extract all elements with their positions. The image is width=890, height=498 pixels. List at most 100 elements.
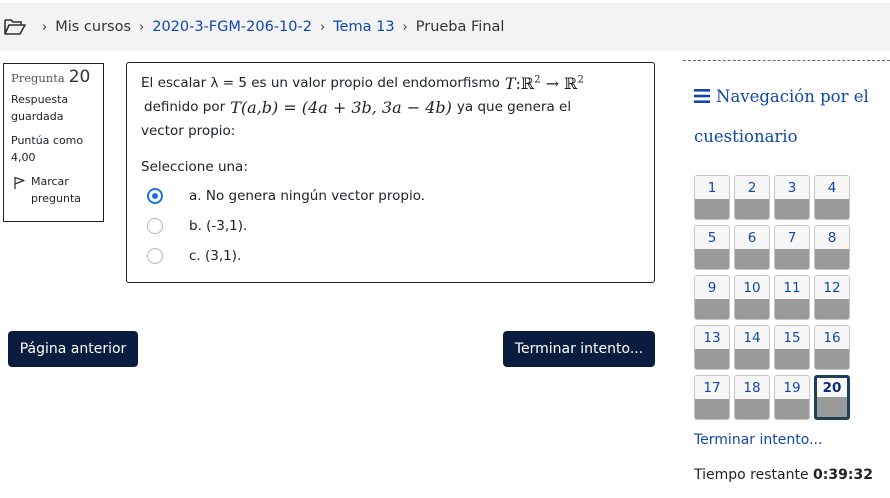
question-nav-button-1[interactable]: 1 <box>694 175 730 220</box>
answer-radio-b[interactable] <box>147 218 163 234</box>
question-nav-answered-indicator <box>815 349 849 369</box>
question-nav-number[interactable]: 16 <box>815 326 849 349</box>
question-nav-answered-indicator <box>735 299 769 319</box>
question-nav-answered-indicator <box>815 199 849 219</box>
question-nav-number[interactable]: 12 <box>815 276 849 299</box>
breadcrumb: › Mis cursos › 2020-3-FGM-206-10-2 › Tem… <box>0 3 890 51</box>
question-nav-number[interactable]: 3 <box>775 176 809 199</box>
question-nav-answered-indicator <box>735 199 769 219</box>
question-nav-number[interactable]: 13 <box>695 326 729 349</box>
question-state: Respuesta guardada <box>11 93 69 123</box>
question-grade: Puntúa como 4,00 <box>11 134 84 164</box>
question-nav-button-14[interactable]: 14 <box>734 325 770 370</box>
question-nav-answered-indicator <box>735 249 769 269</box>
question-nav-number[interactable]: 9 <box>695 276 729 299</box>
math-map: T:ℝ2 → ℝ2 <box>505 74 584 93</box>
question-nav-button-5[interactable]: 5 <box>694 225 730 270</box>
quiz-navigation: Navegación por el cuestionario 123456789… <box>683 60 890 498</box>
flag-question-label[interactable]: Marcar pregunta <box>31 173 96 207</box>
quiz-navigation-title-text: Navegación por el cuestionario <box>694 87 869 146</box>
quiz-navigation-title: Navegación por el cuestionario <box>694 77 869 157</box>
timer: Tiempo restante 0:39:32 <box>694 467 873 483</box>
answer-prompt: Seleccione una: <box>141 159 248 175</box>
answer-radio-c[interactable] <box>147 248 163 264</box>
question-nav-button-16[interactable]: 16 <box>814 325 850 370</box>
question-nav-answered-indicator <box>695 349 729 369</box>
question-nav-number[interactable]: 8 <box>815 226 849 249</box>
question-nav-button-3[interactable]: 3 <box>774 175 810 220</box>
question-nav-button-19[interactable]: 19 <box>774 375 810 420</box>
question-nav-button-15[interactable]: 15 <box>774 325 810 370</box>
question-nav-number[interactable]: 4 <box>815 176 849 199</box>
question-nav-button-17[interactable]: 17 <box>694 375 730 420</box>
question-nav-number[interactable]: 19 <box>775 376 809 399</box>
question-nav-number[interactable]: 17 <box>695 376 729 399</box>
question-text-1: El escalar λ = 5 es un valor propio del … <box>141 75 500 91</box>
answer-label-b[interactable]: b. (-3,1). <box>189 218 247 234</box>
question-button-grid: 1 2 3 4 5 6 7 8 9 10 11 12 13 14 15 16 17 18 19 20 <box>694 175 850 420</box>
question-nav-number[interactable]: 5 <box>695 226 729 249</box>
hamburger-icon <box>694 89 710 103</box>
math-formula: T(a,b) = (4a + 3b, 3a − 4b) <box>230 97 452 117</box>
question-nav-number[interactable]: 6 <box>735 226 769 249</box>
answer-label-a[interactable]: a. No genera ningún vector propio. <box>189 188 425 204</box>
answer-label-c[interactable]: c. (3,1). <box>189 248 241 264</box>
question-nav-button-4[interactable]: 4 <box>814 175 850 220</box>
question-nav-number[interactable]: 20 <box>817 378 847 397</box>
question-nav-button-11[interactable]: 11 <box>774 275 810 320</box>
flag-question-toggle[interactable]: Marcar pregunta <box>11 173 96 207</box>
answer-option-b[interactable]: b. (-3,1). <box>141 211 640 241</box>
question-nav-answered-indicator <box>775 349 809 369</box>
question-nav-answered-indicator <box>695 399 729 419</box>
question-info: Pregunta 20 Respuesta guardada Puntúa co… <box>3 63 104 222</box>
question-nav-number[interactable]: 14 <box>735 326 769 349</box>
question-nav-button-13[interactable]: 13 <box>694 325 730 370</box>
question-nav-button-20[interactable]: 20 <box>814 375 850 420</box>
question-nav-button-8[interactable]: 8 <box>814 225 850 270</box>
question-nav-button-9[interactable]: 9 <box>694 275 730 320</box>
question-nav-answered-indicator <box>695 299 729 319</box>
math-domain: ℝ <box>520 73 535 93</box>
question-text-4: vector propio: <box>141 123 236 139</box>
question-nav-button-12[interactable]: 12 <box>814 275 850 320</box>
answer-radio-a[interactable] <box>147 188 163 204</box>
question-text-line-1: El escalar λ = 5 es un valor propio del … <box>141 71 640 95</box>
finish-attempt-button[interactable]: Terminar intento... <box>503 331 655 367</box>
math-arrow: → <box>540 73 565 93</box>
answer-option-c[interactable]: c. (3,1). <box>141 241 640 271</box>
question-nav-answered-indicator <box>735 349 769 369</box>
question-nav-button-6[interactable]: 6 <box>734 225 770 270</box>
question-nav-number[interactable]: 1 <box>695 176 729 199</box>
previous-page-button[interactable]: Página anterior <box>8 331 138 367</box>
question-nav-button-7[interactable]: 7 <box>774 225 810 270</box>
question-text-3: ya que genera el <box>456 99 572 115</box>
question-nav-number[interactable]: 2 <box>735 176 769 199</box>
question-nav-button-18[interactable]: 18 <box>734 375 770 420</box>
flag-icon <box>14 176 25 189</box>
finish-attempt-link[interactable]: Terminar intento... <box>694 432 822 448</box>
question-nav-button-10[interactable]: 10 <box>734 275 770 320</box>
question-content: El escalar λ = 5 es un valor propio del … <box>126 62 655 283</box>
question-nav-answered-indicator <box>815 249 849 269</box>
question-number-row: Pregunta 20 <box>11 69 96 87</box>
question-nav-answered-indicator <box>817 397 847 417</box>
question-label: Pregunta <box>11 71 65 85</box>
chevron-right-icon: › <box>402 19 408 35</box>
answer-option-a[interactable]: a. No genera ningún vector propio. <box>141 181 640 211</box>
breadcrumb-item-tema[interactable]: Tema 13 <box>333 19 394 35</box>
chevron-right-icon: › <box>319 19 326 35</box>
folder-open-icon <box>4 19 26 35</box>
question-nav-number[interactable]: 11 <box>775 276 809 299</box>
question-text-2: definido por <box>144 99 226 115</box>
question-nav-number[interactable]: 10 <box>735 276 769 299</box>
question-nav-button-2[interactable]: 2 <box>734 175 770 220</box>
question-nav-answered-indicator <box>775 299 809 319</box>
question-nav-number[interactable]: 18 <box>735 376 769 399</box>
breadcrumb-item-course[interactable]: 2020-3-FGM-206-10-2 <box>152 19 312 35</box>
question-nav-number[interactable]: 15 <box>775 326 809 349</box>
question-nav-answered-indicator <box>815 299 849 319</box>
question-text-line-2: definido por T(a,b) = (4a + 3b, 3a − 4b)… <box>141 95 640 119</box>
breadcrumb-item-mis-cursos[interactable]: Mis cursos <box>55 19 131 35</box>
question-nav-number[interactable]: 7 <box>775 226 809 249</box>
chevron-right-icon: › <box>139 19 145 35</box>
